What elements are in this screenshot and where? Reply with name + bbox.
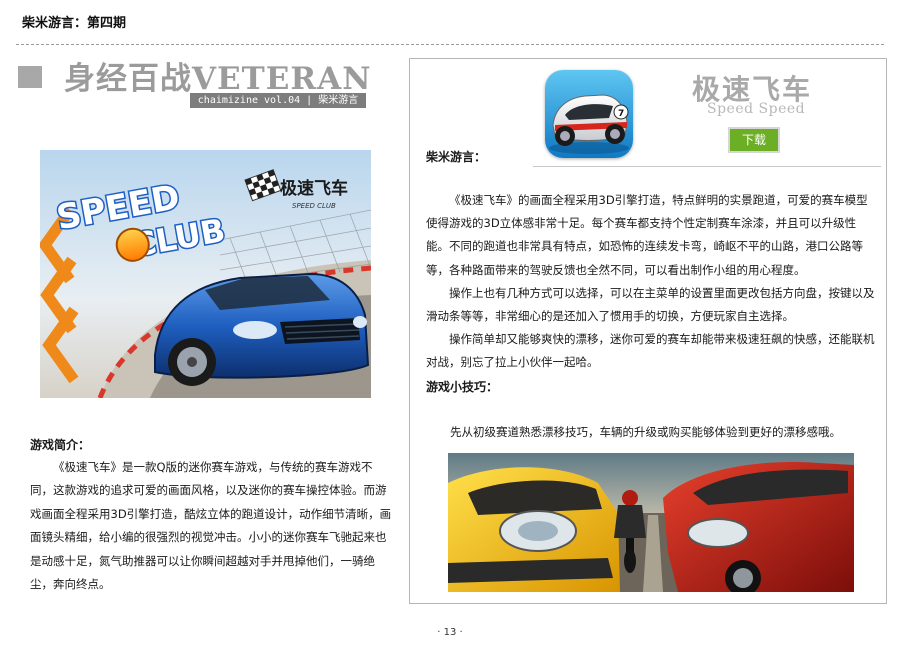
race-car-icon: 7: [545, 70, 633, 158]
review-paragraph-3: 操作简单却又能够爽快的漂移，迷你可爱的赛车却能带来极速狂飙的快感，还能联机对战，…: [426, 332, 875, 370]
title-square-ornament: [18, 66, 42, 88]
volume-bar: chaimizine vol.04 | 柴米游言: [190, 93, 366, 108]
cover-cn-logo: 极速飞车: [280, 178, 348, 199]
review-paragraph-1: 《极速飞车》的画面全程采用3D引擎打造，特点鲜明的实景跑道，可爱的赛车模型使得游…: [426, 193, 868, 277]
cover-cn-logo-en: SPEED CLUB: [292, 202, 336, 210]
review-label: 柴米游言：: [426, 150, 487, 164]
app-name-en: Speed Speed: [707, 101, 806, 117]
tips-heading: 游戏小技巧：: [426, 380, 499, 394]
download-button[interactable]: 下载: [728, 127, 780, 153]
issue-label: 柴米游言：第四期: [22, 16, 127, 31]
intro-heading: 游戏简介：: [30, 438, 91, 452]
page-number: · 13 ·: [437, 627, 463, 638]
cover-illustration: SPEED CLUB 极速飞车 SPEED CLUB: [40, 150, 371, 398]
app-icon: 7: [545, 70, 633, 158]
game-cover-image: SPEED CLUB 极速飞车 SPEED CLUB: [40, 150, 371, 398]
page-title: 身经百战VETERAN: [64, 61, 372, 97]
tips-text: 先从初级赛道熟悉漂移技巧，车辆的升级或购买能够体验到更好的漂移感哦。: [450, 425, 841, 439]
header-divider: [16, 44, 884, 45]
icon-car-number: 7: [618, 109, 624, 119]
intro-paragraph: 《极速飞车》是一款Q版的迷你赛车游戏，与传统的赛车游戏不同，这款游戏的追求可爱的…: [30, 460, 392, 592]
race-scene-illustration: [448, 453, 854, 592]
review-divider: [533, 166, 881, 167]
review-paragraph-2: 操作上也有几种方式可以选择，可以在主菜单的设置里面更改包括方向盘，按键以及滑动条…: [426, 286, 875, 324]
race-scene-image: [448, 453, 854, 592]
